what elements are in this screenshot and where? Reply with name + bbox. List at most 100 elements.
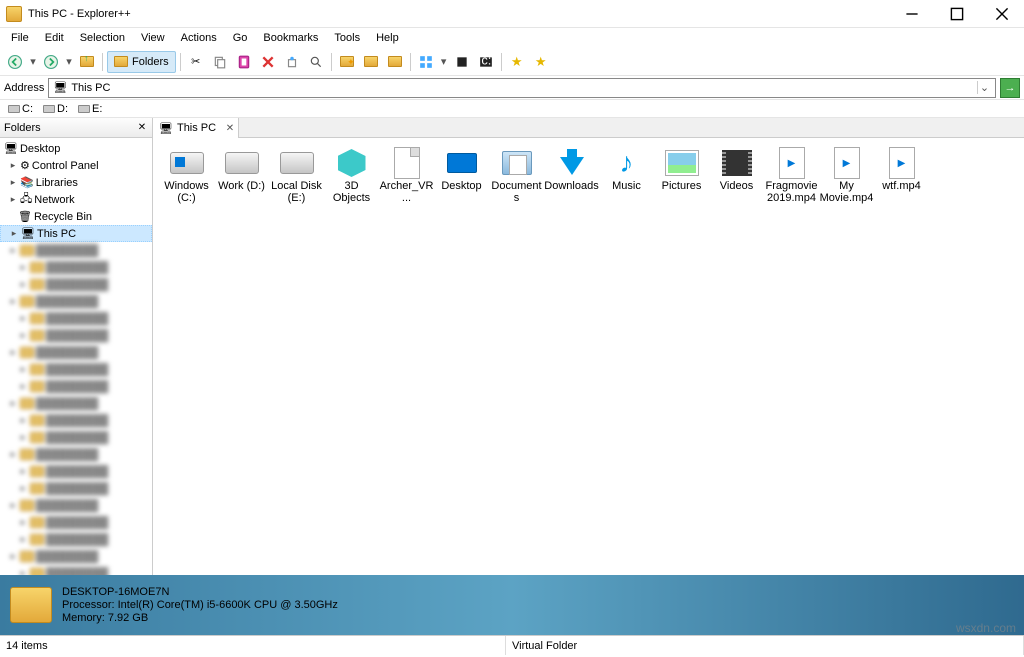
pc-icon: 🖥	[21, 227, 35, 240]
tree-item-redacted[interactable]: ▸████████	[0, 327, 152, 344]
file-item[interactable]: 3D Objects	[324, 144, 379, 208]
new-folder-button[interactable]: ✦	[336, 51, 358, 73]
copy-to-button[interactable]	[360, 51, 382, 73]
tab-this-pc[interactable]: 🖥 This PC ✕	[153, 118, 239, 138]
tree-item-redacted[interactable]: ▸████████	[0, 429, 152, 446]
tree-recycle-bin[interactable]: 🗑Recycle Bin	[0, 208, 152, 225]
file-item[interactable]: Work (D:)	[214, 144, 269, 208]
sidebar-close-button[interactable]: ✕	[136, 122, 148, 134]
views-button[interactable]	[415, 51, 437, 73]
close-button[interactable]	[979, 0, 1024, 28]
tab-bar: 🖥 This PC ✕	[153, 118, 1024, 138]
sidebar-header: Folders ✕	[0, 118, 152, 138]
menu-view[interactable]: View	[134, 30, 172, 46]
organize-bookmarks-button[interactable]: ★	[530, 51, 552, 73]
views-dropdown[interactable]: ▾	[439, 55, 449, 68]
refresh-button[interactable]	[451, 51, 473, 73]
move-to-button[interactable]	[384, 51, 406, 73]
go-button[interactable]: →	[1000, 78, 1020, 98]
file-item[interactable]: Downloads	[544, 144, 599, 208]
tree-item-redacted[interactable]: ▸████████	[0, 378, 152, 395]
tree-item-redacted[interactable]: ▸████████	[0, 276, 152, 293]
tree-item-redacted[interactable]: ▸████████	[0, 548, 152, 565]
tab-label: This PC	[177, 122, 216, 134]
mp4-icon	[827, 146, 867, 180]
tree-item-redacted[interactable]: ▸████████	[0, 497, 152, 514]
item-label: Music	[612, 180, 641, 192]
maximize-button[interactable]	[934, 0, 979, 28]
menu-help[interactable]: Help	[369, 30, 406, 46]
tree-item-redacted[interactable]: ▸████████	[0, 514, 152, 531]
tree-item-redacted[interactable]: ▸████████	[0, 463, 152, 480]
item-label: Local Disk (E:)	[271, 180, 322, 204]
cut-button[interactable]: ✂	[185, 51, 207, 73]
drive-icon	[43, 105, 55, 113]
mp4-icon	[882, 146, 922, 180]
forward-button[interactable]	[40, 51, 62, 73]
file-item[interactable]: Archer_VR...	[379, 144, 434, 208]
minimize-button[interactable]	[889, 0, 934, 28]
address-dropdown[interactable]: ⌄	[977, 81, 991, 94]
file-item[interactable]: Fragmovie 2019.mp4	[764, 144, 819, 208]
file-item[interactable]: Pictures	[654, 144, 709, 208]
drive-d[interactable]: D:	[41, 103, 70, 115]
computer-name: DESKTOP-16MOE7N	[62, 586, 338, 598]
exe-icon	[387, 146, 427, 180]
file-item[interactable]: My Movie.mp4	[819, 144, 874, 208]
file-item[interactable]: Videos	[709, 144, 764, 208]
videos-icon	[717, 146, 757, 180]
tree-desktop[interactable]: 🖥Desktop	[0, 140, 152, 157]
menu-tools[interactable]: Tools	[327, 30, 367, 46]
tree-this-pc[interactable]: ▸🖥This PC	[0, 225, 152, 242]
file-item[interactable]: Windows (C:)	[159, 144, 214, 208]
processor-info: Processor: Intel(R) Core(TM) i5-6600K CP…	[62, 599, 338, 611]
address-input[interactable]: 🖥 This PC ⌄	[48, 78, 996, 98]
tree-item-redacted[interactable]: ▸████████	[0, 480, 152, 497]
up-button[interactable]: ↑	[76, 51, 98, 73]
folder-tree[interactable]: 🖥Desktop ▸⚙Control Panel ▸📚Libraries ▸🖧N…	[0, 138, 152, 575]
menu-selection[interactable]: Selection	[73, 30, 132, 46]
file-item[interactable]: Documents	[489, 144, 544, 208]
tree-item-redacted[interactable]: ▸████████	[0, 242, 152, 259]
back-dropdown[interactable]: ▾	[28, 55, 38, 68]
menu-go[interactable]: Go	[226, 30, 255, 46]
tree-libraries[interactable]: ▸📚Libraries	[0, 174, 152, 191]
menu-bookmarks[interactable]: Bookmarks	[256, 30, 325, 46]
folders-toggle[interactable]: Folders	[107, 51, 176, 73]
tree-item-redacted[interactable]: ▸████████	[0, 395, 152, 412]
tree-item-redacted[interactable]: ▸████████	[0, 565, 152, 575]
tree-item-redacted[interactable]: ▸████████	[0, 344, 152, 361]
add-bookmark-button[interactable]: ★	[506, 51, 528, 73]
tree-control-panel[interactable]: ▸⚙Control Panel	[0, 157, 152, 174]
tree-item-redacted[interactable]: ▸████████	[0, 259, 152, 276]
search-button[interactable]	[305, 51, 327, 73]
tab-close-button[interactable]: ✕	[226, 123, 234, 134]
file-item[interactable]: wtf.mp4	[874, 144, 929, 208]
drive-e[interactable]: E:	[76, 103, 104, 115]
terminal-button[interactable]: c:\	[475, 51, 497, 73]
item-label: Pictures	[662, 180, 702, 192]
tree-item-redacted[interactable]: ▸████████	[0, 446, 152, 463]
file-item[interactable]: Desktop	[434, 144, 489, 208]
file-list[interactable]: Windows (C:)Work (D:)Local Disk (E:)3D O…	[153, 138, 1024, 575]
tree-item-redacted[interactable]: ▸████████	[0, 361, 152, 378]
status-folder-type: Virtual Folder	[506, 636, 1024, 655]
tree-item-redacted[interactable]: ▸████████	[0, 310, 152, 327]
menu-actions[interactable]: Actions	[174, 30, 224, 46]
back-button[interactable]	[4, 51, 26, 73]
tree-network[interactable]: ▸🖧Network	[0, 191, 152, 208]
forward-dropdown[interactable]: ▾	[64, 55, 74, 68]
menu-file[interactable]: File	[4, 30, 36, 46]
drive-c[interactable]: C:	[6, 103, 35, 115]
tree-item-redacted[interactable]: ▸████████	[0, 412, 152, 429]
tree-item-redacted[interactable]: ▸████████	[0, 531, 152, 548]
paste-button[interactable]	[233, 51, 255, 73]
file-item[interactable]: Local Disk (E:)	[269, 144, 324, 208]
properties-button[interactable]	[281, 51, 303, 73]
tree-item-redacted[interactable]: ▸████████	[0, 293, 152, 310]
desktop-icon	[442, 146, 482, 180]
menu-edit[interactable]: Edit	[38, 30, 71, 46]
file-item[interactable]: ♪Music	[599, 144, 654, 208]
copy-button[interactable]	[209, 51, 231, 73]
delete-button[interactable]	[257, 51, 279, 73]
